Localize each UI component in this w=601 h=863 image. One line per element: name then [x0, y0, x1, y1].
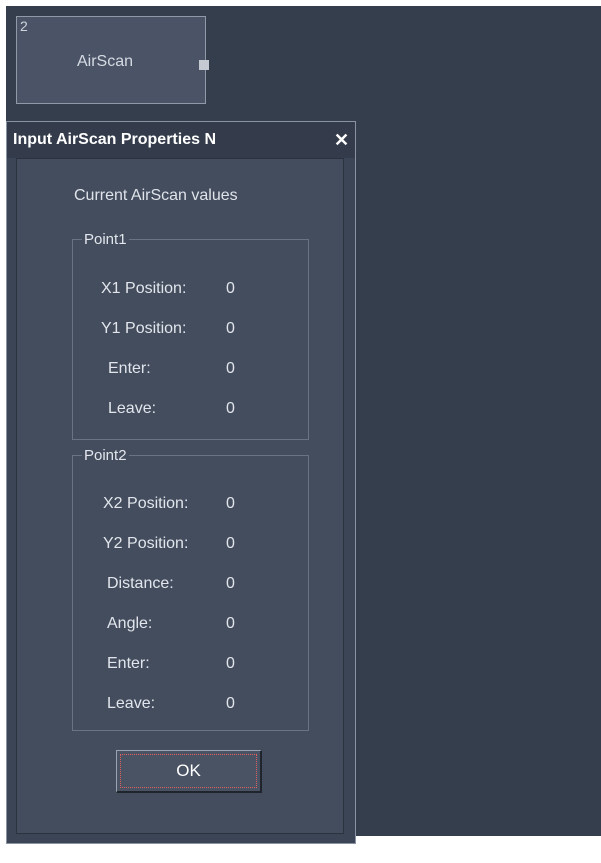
point2-enter-label: Enter:	[107, 655, 150, 672]
point2-leave-label: Leave:	[107, 695, 156, 712]
node-output-port[interactable]	[199, 60, 209, 70]
properties-dialog: Input AirScan Properties N ✕ Current Air…	[6, 121, 356, 844]
ok-button-label: OK	[176, 761, 201, 780]
point1-leave-value: 0	[226, 400, 235, 417]
x2-position-label: X2 Position:	[103, 495, 189, 512]
x1-position-value: 0	[226, 280, 235, 297]
node-title: AirScan	[77, 53, 134, 70]
ok-button[interactable]: OK	[116, 750, 262, 793]
y1-position-value: 0	[226, 320, 235, 337]
point2-leave-value: 0	[226, 695, 235, 712]
dialog-body: Current AirScan values Point1 X1 Positio…	[16, 158, 344, 834]
point1-group: Point1 X1 Position: 0 Y1 Position: 0 Ent…	[72, 231, 309, 440]
dialog-title: Input AirScan Properties N	[13, 131, 216, 148]
y2-position-label: Y2 Position:	[103, 535, 189, 552]
angle-label: Angle:	[107, 615, 153, 632]
point2-group: Point2 X2 Position: 0 Y2 Position: 0 Dis…	[72, 447, 309, 731]
dialog-titlebar[interactable]: Input AirScan Properties N ✕	[7, 122, 355, 158]
node-index: 2	[20, 18, 28, 34]
y2-position-value: 0	[226, 535, 235, 552]
distance-label: Distance:	[107, 575, 174, 592]
angle-value: 0	[226, 615, 235, 632]
dialog-subtitle: Current AirScan values	[74, 187, 238, 204]
point1-leave-label: Leave:	[108, 400, 157, 417]
x1-position-label: X1 Position:	[101, 280, 187, 297]
x2-position-value: 0	[226, 495, 235, 512]
close-icon[interactable]: ✕	[334, 130, 349, 151]
y1-position-label: Y1 Position:	[101, 320, 187, 337]
distance-value: 0	[226, 575, 235, 592]
workspace-canvas[interactable]: 2 AirScan Input AirScan Properties N ✕ C…	[6, 6, 601, 844]
point1-enter-label: Enter:	[108, 360, 151, 377]
point2-enter-value: 0	[226, 655, 235, 672]
point2-group-label: Point2	[82, 447, 129, 464]
airscan-node[interactable]: 2 AirScan	[16, 16, 209, 104]
point1-enter-value: 0	[226, 360, 235, 377]
point1-group-label: Point1	[82, 231, 129, 248]
